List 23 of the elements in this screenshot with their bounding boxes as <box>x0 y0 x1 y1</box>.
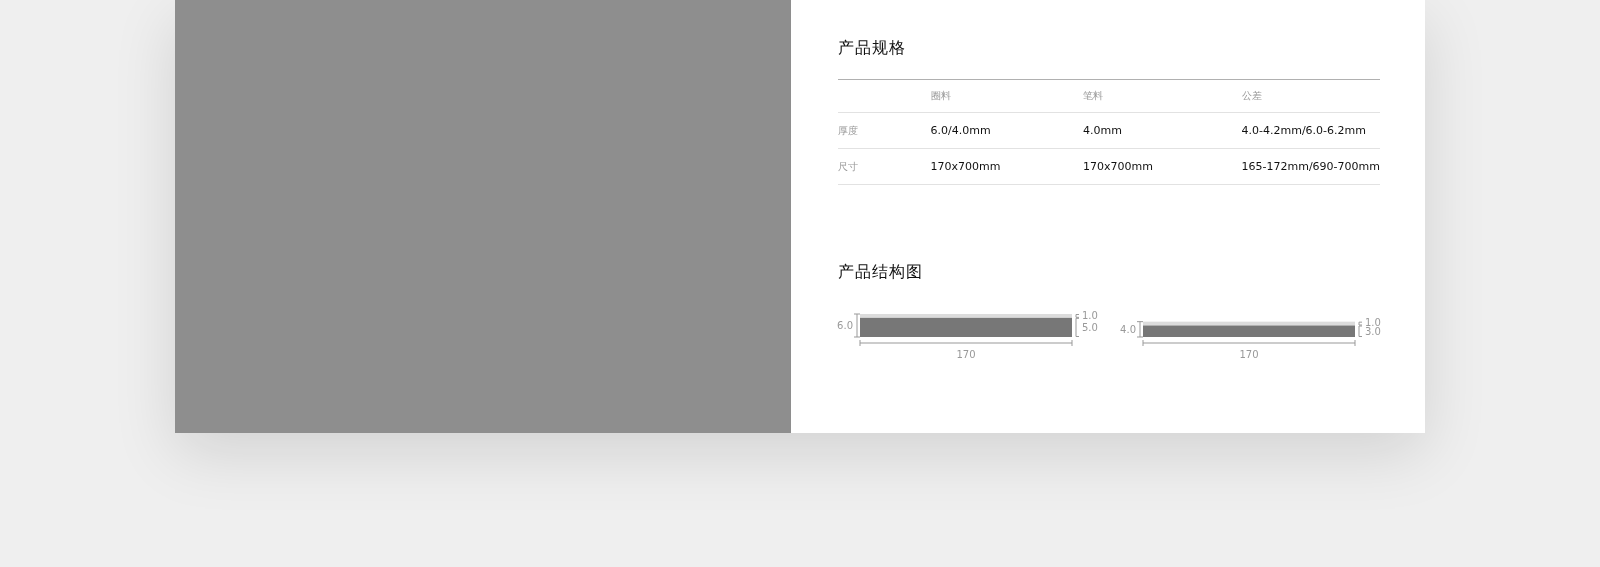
table-cell: 170x700mm <box>930 148 1084 185</box>
layer-thickness-label: 1.0 <box>1365 316 1381 328</box>
total-thickness-label: 6.0 <box>837 320 853 331</box>
column-header: 笔料 <box>1083 79 1242 113</box>
layer-thickness-label: 5.0 <box>1082 321 1098 333</box>
table-cell: 4.0-4.2mm/6.0-6.2mm <box>1241 112 1380 149</box>
dimension-bracket <box>853 313 861 338</box>
layer-thickness-label: 3.0 <box>1365 325 1381 337</box>
table-cell: 6.0/4.0mm <box>930 112 1084 149</box>
row-label: 尺寸 <box>838 148 931 185</box>
row-label: 厚度 <box>838 112 931 149</box>
column-header: 圈料 <box>930 79 1084 113</box>
section-title: 产品结构图 <box>838 262 924 283</box>
table-cell: 4.0mm <box>1083 112 1242 149</box>
width-label: 170 <box>1239 349 1259 360</box>
table-cell: 170x700mm <box>1083 148 1242 185</box>
dimension-bracket <box>1136 321 1144 338</box>
layer-thickness-label: 1.0 <box>1082 310 1098 322</box>
column-header: 公差 <box>1241 79 1380 113</box>
total-thickness-label: 4.0 <box>1120 323 1136 335</box>
section-title: 产品规格 <box>838 38 907 59</box>
table-cell: 165-172mm/690-700mm <box>1241 148 1380 185</box>
width-label: 170 <box>956 349 976 360</box>
